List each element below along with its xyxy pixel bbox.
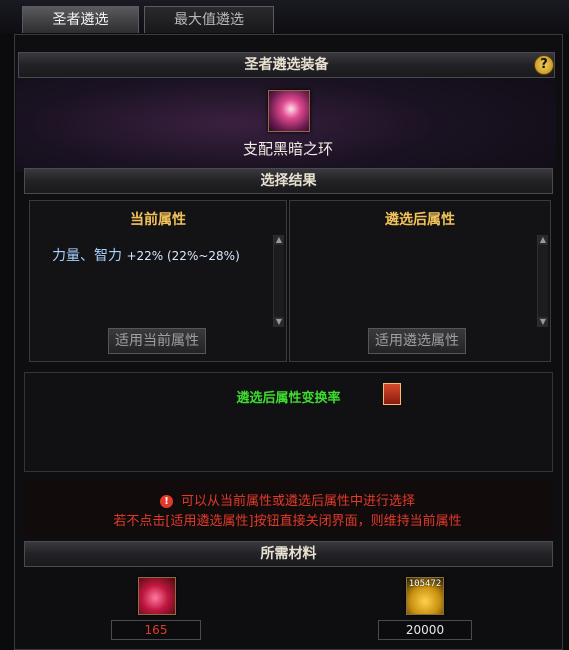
current-attribute-panel: 当前属性 力量、智力 +22% (22%~28%) ▲ ▼ 适用当前属性 <box>29 200 287 362</box>
notice-area: ! 可以从当前属性或遴选后属性中进行选择 若不点击[适用遴选属性]按钮直接关闭界面… <box>24 480 551 536</box>
selected-attribute-title: 遴选后属性 <box>385 212 455 228</box>
conversion-rate-panel: 遴选后属性变换率 <box>24 372 553 472</box>
materials-header: 所需材料 <box>24 541 553 567</box>
tab-saint-selection[interactable]: 圣者遴选 <box>22 6 139 33</box>
scroll-up-icon[interactable]: ▲ <box>538 235 548 245</box>
ring-icon[interactable] <box>268 90 310 132</box>
material-quantity-gold: 20000 <box>378 620 472 640</box>
warning-icon: ! <box>159 495 173 508</box>
conversion-rate-title: 遴选后属性变换率 <box>236 391 341 406</box>
selected-attribute-scrollbar[interactable]: ▲ ▼ <box>537 235 548 327</box>
scroll-down-icon[interactable]: ▼ <box>538 317 548 327</box>
current-attribute-value: +22% (22%~28%) <box>126 249 240 263</box>
tab-bar: 圣者遴选 最大值遴选 <box>0 0 569 34</box>
current-attribute-line: 力量、智力 +22% (22%~28%) <box>52 245 240 265</box>
current-attribute-scrollbar[interactable]: ▲ ▼ <box>273 235 284 327</box>
notice-line-1: ! 可以从当前属性或遴选后属性中进行选择 <box>24 490 551 509</box>
result-header: 选择结果 <box>24 168 553 194</box>
equipment-header: 圣者遴选装备 ? <box>18 52 555 78</box>
scroll-up-icon[interactable]: ▲ <box>274 235 284 245</box>
crystal-icon[interactable] <box>138 577 176 615</box>
apply-selected-button[interactable]: 适用遴选属性 <box>368 328 466 354</box>
scroll-down-icon[interactable]: ▼ <box>274 317 284 327</box>
equipment-header-title: 圣者遴选装备 <box>244 57 329 73</box>
apply-current-button[interactable]: 适用当前属性 <box>108 328 206 354</box>
tab-max-value-selection[interactable]: 最大值遴选 <box>144 6 274 33</box>
current-attribute-title: 当前属性 <box>130 212 186 228</box>
current-attribute-name: 力量、智力 <box>52 248 122 264</box>
book-icon[interactable] <box>383 383 401 405</box>
notice-line-2: 若不点击[适用遴选属性]按钮直接关闭界面，则维持当前属性 <box>113 514 462 529</box>
selected-attribute-panel: 遴选后属性 ▲ ▼ 适用遴选属性 <box>289 200 551 362</box>
item-name: 支配黑暗之环 <box>242 140 333 158</box>
help-icon[interactable]: ? <box>534 55 554 75</box>
gold-owned-count: 105472 <box>408 579 442 589</box>
materials-header-title: 所需材料 <box>260 546 317 562</box>
result-header-title: 选择结果 <box>260 173 317 189</box>
gold-coins-icon[interactable]: 105472 <box>406 577 444 615</box>
material-quantity-crystal: 165 <box>111 620 201 640</box>
notice-text-1: 可以从当前属性或遴选后属性中进行选择 <box>180 494 415 509</box>
